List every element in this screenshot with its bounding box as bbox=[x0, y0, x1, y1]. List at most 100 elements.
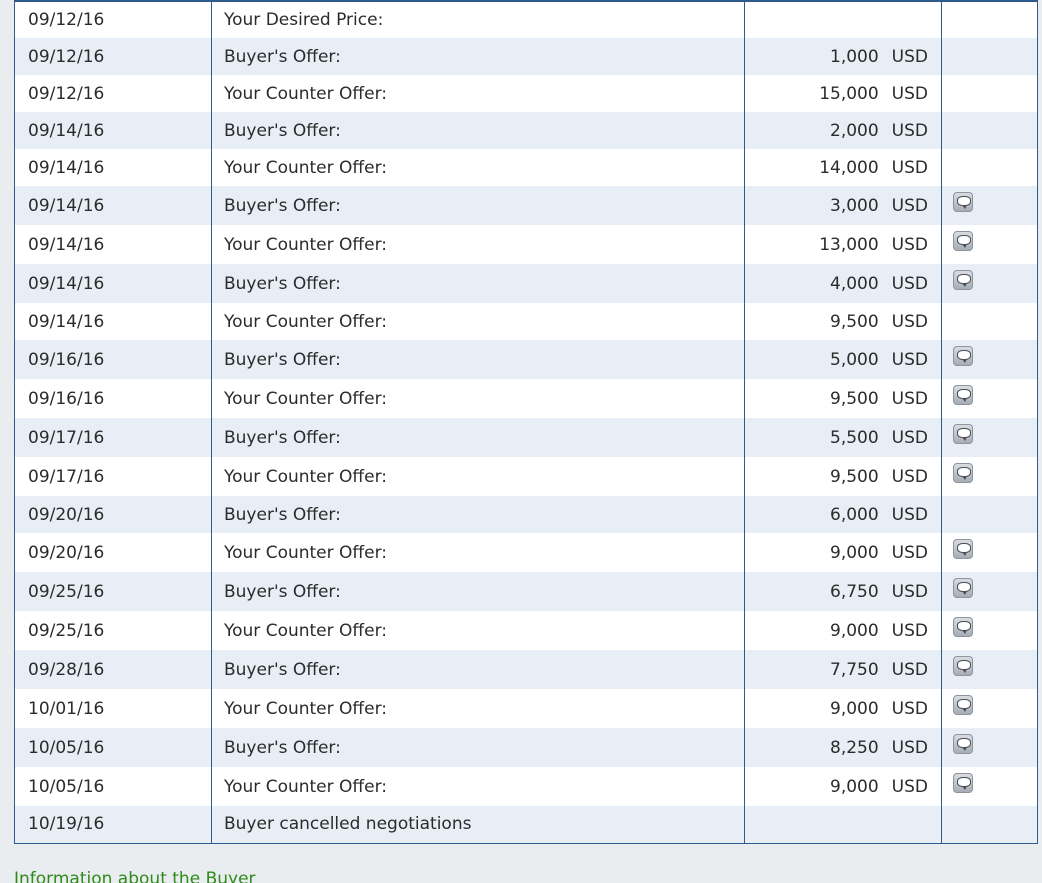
offer-comment-cell bbox=[941, 457, 1038, 496]
speech-bubble-icon[interactable] bbox=[953, 191, 973, 212]
table-row: 09/14/16 Buyer's Offer: 2,000 USD bbox=[14, 112, 1038, 149]
offer-type: Your Counter Offer: bbox=[211, 689, 745, 728]
offer-comment-cell bbox=[941, 611, 1038, 650]
offer-comment-cell bbox=[941, 650, 1038, 689]
offer-amount: 6,750 bbox=[830, 581, 879, 602]
offer-amount-cell: 9,000 USD bbox=[744, 611, 942, 650]
speech-bubble-icon[interactable] bbox=[953, 230, 973, 251]
offer-amount-cell: 9,000 USD bbox=[744, 767, 942, 806]
offer-amount-cell: 8,250 USD bbox=[744, 728, 942, 767]
speech-bubble-icon[interactable] bbox=[953, 733, 973, 754]
speech-bubble-icon[interactable] bbox=[953, 694, 973, 715]
offer-amount-cell: 13,000 USD bbox=[744, 225, 942, 264]
speech-bubble-icon[interactable] bbox=[953, 772, 973, 793]
offer-comment-cell bbox=[941, 1, 1038, 38]
offer-date: 09/12/16 bbox=[14, 75, 212, 112]
offer-amount-cell: 9,000 USD bbox=[744, 689, 942, 728]
offer-currency: USD bbox=[891, 157, 928, 178]
offer-comment-cell bbox=[941, 303, 1038, 340]
offer-comment-cell bbox=[941, 496, 1038, 533]
offer-currency: USD bbox=[891, 620, 928, 641]
offer-comment-cell bbox=[941, 689, 1038, 728]
offer-currency: USD bbox=[891, 349, 928, 370]
offer-date: 10/19/16 bbox=[14, 806, 212, 843]
offer-amount: 9,500 bbox=[830, 388, 879, 409]
table-row: 09/16/16 Buyer's Offer: 5,000 USD bbox=[14, 340, 1038, 379]
offer-currency: USD bbox=[891, 542, 928, 563]
offer-comment-cell bbox=[941, 767, 1038, 806]
offer-amount: 15,000 bbox=[819, 83, 879, 104]
table-row: 09/25/16 Your Counter Offer: 9,000 USD bbox=[14, 611, 1038, 650]
offer-amount: 4,000 bbox=[830, 273, 879, 294]
offer-date: 09/14/16 bbox=[14, 264, 212, 303]
offer-amount-cell: 15,000 USD bbox=[744, 75, 942, 112]
offer-amount: 5,000 bbox=[830, 349, 879, 370]
offer-date: 10/05/16 bbox=[14, 767, 212, 806]
offer-amount: 9,000 bbox=[830, 776, 879, 797]
offer-date: 09/28/16 bbox=[14, 650, 212, 689]
offer-type: Your Counter Offer: bbox=[211, 303, 745, 340]
offer-type: Your Counter Offer: bbox=[211, 75, 745, 112]
table-row: 10/01/16 Your Counter Offer: 9,000 USD bbox=[14, 689, 1038, 728]
offer-history-page: 09/12/16 Your Desired Price: 09/12/16 Buyer… bbox=[0, 0, 1042, 883]
offer-amount: 7,750 bbox=[830, 659, 879, 680]
offer-date: 09/14/16 bbox=[14, 112, 212, 149]
table-row: 10/05/16 Your Counter Offer: 9,000 USD bbox=[14, 767, 1038, 806]
offer-comment-cell bbox=[941, 728, 1038, 767]
table-row: 09/14/16 Your Counter Offer: 9,500 USD bbox=[14, 303, 1038, 340]
speech-bubble-icon[interactable] bbox=[953, 577, 973, 598]
offer-type: Your Desired Price: bbox=[211, 1, 745, 38]
speech-bubble-icon[interactable] bbox=[953, 269, 973, 290]
offer-date: 09/25/16 bbox=[14, 572, 212, 611]
offer-date: 09/14/16 bbox=[14, 303, 212, 340]
offer-amount-cell bbox=[744, 806, 942, 843]
speech-bubble-icon[interactable] bbox=[953, 616, 973, 637]
offer-type: Your Counter Offer: bbox=[211, 767, 745, 806]
offer-amount: 8,250 bbox=[830, 737, 879, 758]
table-row: 09/12/16 Buyer's Offer: 1,000 USD bbox=[14, 38, 1038, 75]
offer-amount-cell: 4,000 USD bbox=[744, 264, 942, 303]
offer-date: 09/12/16 bbox=[14, 1, 212, 38]
offer-currency: USD bbox=[891, 737, 928, 758]
speech-bubble-icon[interactable] bbox=[953, 655, 973, 676]
offer-date: 09/16/16 bbox=[14, 379, 212, 418]
offer-type: Your Counter Offer: bbox=[211, 225, 745, 264]
offer-type: Buyer's Offer: bbox=[211, 650, 745, 689]
offer-type: Your Counter Offer: bbox=[211, 457, 745, 496]
offer-comment-cell bbox=[941, 149, 1038, 186]
offer-date: 09/20/16 bbox=[14, 533, 212, 572]
offer-amount-cell: 9,500 USD bbox=[744, 303, 942, 340]
offer-currency: USD bbox=[891, 659, 928, 680]
offer-comment-cell bbox=[941, 75, 1038, 112]
offer-amount: 9,000 bbox=[830, 620, 879, 641]
offer-currency: USD bbox=[891, 46, 928, 67]
offer-date: 09/17/16 bbox=[14, 457, 212, 496]
offer-currency: USD bbox=[891, 504, 928, 525]
offer-date: 09/14/16 bbox=[14, 225, 212, 264]
speech-bubble-icon[interactable] bbox=[953, 462, 973, 483]
offer-type: Buyer's Offer: bbox=[211, 38, 745, 75]
offer-amount-cell: 6,750 USD bbox=[744, 572, 942, 611]
offer-amount-cell: 9,000 USD bbox=[744, 533, 942, 572]
table-row: 09/25/16 Buyer's Offer: 6,750 USD bbox=[14, 572, 1038, 611]
table-row: 09/28/16 Buyer's Offer: 7,750 USD bbox=[14, 650, 1038, 689]
offer-amount-cell: 5,000 USD bbox=[744, 340, 942, 379]
speech-bubble-icon[interactable] bbox=[953, 384, 973, 405]
offer-currency: USD bbox=[891, 234, 928, 255]
table-row: 09/14/16 Your Counter Offer: 13,000 USD bbox=[14, 225, 1038, 264]
offer-type: Buyer's Offer: bbox=[211, 186, 745, 225]
speech-bubble-icon[interactable] bbox=[953, 345, 973, 366]
table-row: 10/05/16 Buyer's Offer: 8,250 USD bbox=[14, 728, 1038, 767]
buyer-info-link[interactable]: Information about the Buyer bbox=[14, 869, 256, 883]
offer-amount-cell: 9,500 USD bbox=[744, 379, 942, 418]
table-row: 09/12/16 Your Desired Price: bbox=[14, 1, 1038, 38]
offer-amount: 9,500 bbox=[830, 466, 879, 487]
offer-amount: 3,000 bbox=[830, 195, 879, 216]
offer-currency: USD bbox=[891, 83, 928, 104]
speech-bubble-icon[interactable] bbox=[953, 538, 973, 559]
speech-bubble-icon[interactable] bbox=[953, 423, 973, 444]
offer-type: Buyer's Offer: bbox=[211, 496, 745, 533]
offer-currency: USD bbox=[891, 195, 928, 216]
table-row: 09/12/16 Your Counter Offer: 15,000 USD bbox=[14, 75, 1038, 112]
offer-amount: 6,000 bbox=[830, 504, 879, 525]
